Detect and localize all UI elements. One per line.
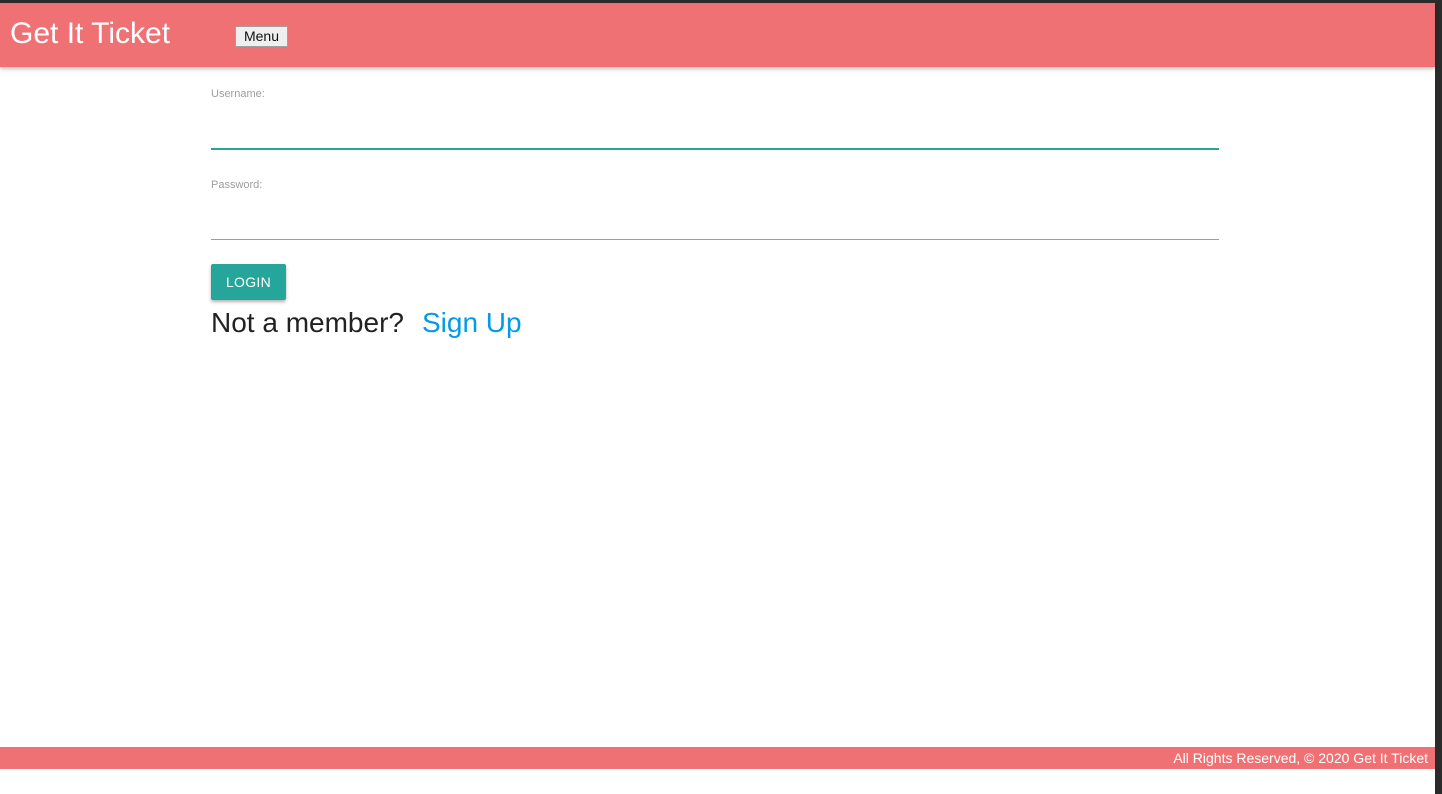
username-label: Username: — [211, 88, 265, 100]
username-input[interactable] — [211, 120, 1219, 150]
top-navbar: Get It Ticket Menu — [0, 3, 1435, 67]
page-footer: All Rights Reserved, © 2020 Get It Ticke… — [0, 747, 1435, 769]
password-input[interactable] — [211, 210, 1219, 240]
not-a-member-text: Not a member? — [211, 307, 404, 338]
password-label: Password: — [211, 179, 263, 191]
window-right-border — [1435, 0, 1442, 794]
login-button[interactable]: LOGIN — [211, 264, 286, 300]
brand-logo-link[interactable]: Get It Ticket — [10, 17, 170, 51]
signup-prompt: Not a member? Sign Up — [211, 307, 522, 339]
menu-button[interactable]: Menu — [235, 26, 288, 47]
footer-copyright: All Rights Reserved, © 2020 Get It Ticke… — [1173, 750, 1428, 766]
sign-up-link[interactable]: Sign Up — [422, 307, 522, 338]
